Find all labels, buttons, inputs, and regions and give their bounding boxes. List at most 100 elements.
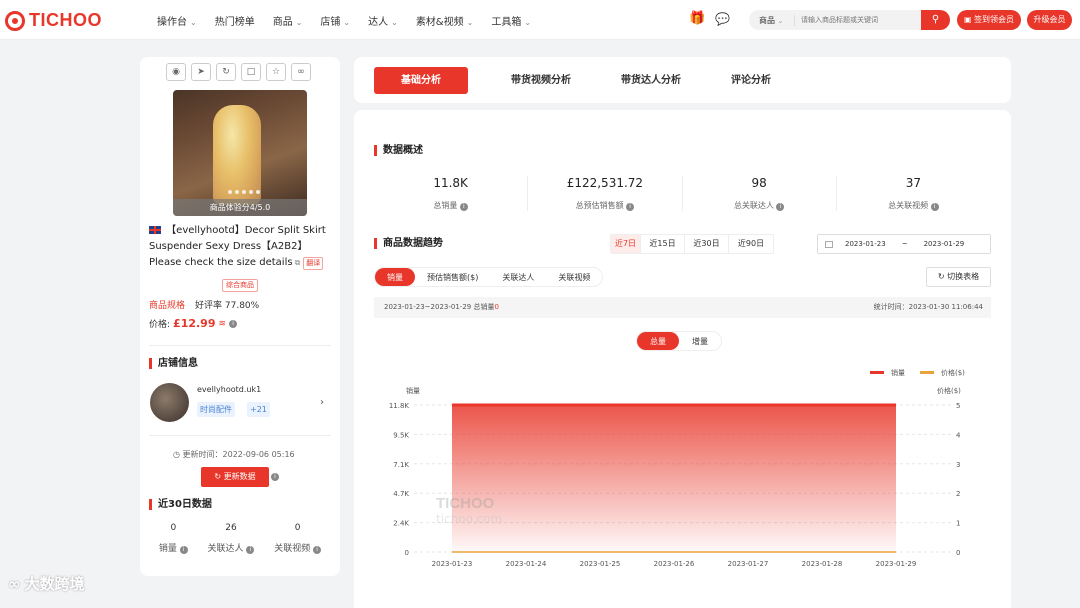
search-icon: ⚲ [931, 14, 940, 25]
chevron-down-icon: ⌄ [295, 18, 303, 27]
nav-item-6[interactable]: 工具箱 ⌄ [491, 13, 531, 28]
nav-item-5[interactable]: 素材&视频 ⌄ [416, 13, 474, 28]
stat-value: 26 [225, 523, 237, 533]
price-row: 价格: £12.99 ≋ i [149, 317, 238, 330]
main-menu: 操作台 ⌄ 热门榜单 商品 ⌄ 店铺 ⌄ 达人 ⌄ 素材&视频 ⌄ 工具箱 ⌄ [157, 13, 549, 28]
y-axis-label-right: 价格($) [937, 386, 961, 395]
shop-name[interactable]: evellyhootd.uk1 [197, 385, 261, 394]
nav-item-1[interactable]: 热门榜单 [215, 13, 255, 28]
info-icon[interactable]: i [246, 546, 255, 554]
shop-avatar[interactable] [150, 383, 189, 422]
translate-button[interactable]: 翻译 [303, 257, 324, 270]
divider [149, 345, 331, 346]
tab-video-analysis[interactable]: 带货视频分析 [486, 67, 596, 94]
product-image[interactable]: 商品体验分4/5.0 [173, 90, 307, 216]
date-start: 2023-01-23 [845, 240, 886, 248]
nav-item-0[interactable]: 操作台 ⌄ [157, 13, 197, 28]
overview-value: 37 [905, 176, 922, 190]
last30-stat: 0 销量 i [159, 523, 188, 554]
metric-option[interactable]: 关联达人 [490, 268, 546, 286]
y-tick-left: 11.8K [389, 402, 410, 410]
info-icon[interactable]: i [229, 319, 238, 328]
upgrade-member-button[interactable]: 升级会员 [1027, 10, 1072, 30]
sign-in-member-button[interactable]: ▣ 签到领会员 [957, 10, 1021, 30]
tab-influencer-analysis[interactable]: 带货达人分析 [596, 67, 706, 94]
y-tick-right: 0 [956, 549, 960, 557]
product-spec-link[interactable]: 商品规格 [149, 298, 185, 311]
summary-range: 2023-01-23~2023-01-29 总销量0 [384, 303, 499, 311]
mode-option[interactable]: 增量 [679, 332, 721, 350]
combo-product-tag: 综合商品 [222, 279, 258, 292]
chevron-down-icon: ⌄ [466, 18, 474, 27]
shopping-bag-icon[interactable]: □ [241, 63, 261, 81]
calendar-icon: ▣ [963, 15, 972, 24]
overview-value: 11.8K [433, 176, 468, 190]
refresh-icon[interactable]: ↻ [216, 63, 236, 81]
legend-swatch-sales [870, 371, 884, 374]
top-navbar: TICHOO 操作台 ⌄ 热门榜单 商品 ⌄ 店铺 ⌄ 达人 ⌄ 素材&视频 ⌄ 工具箱 ⌄ 🎁 💬 商… [0, 0, 1080, 40]
search-button[interactable]: ⚲ [921, 10, 950, 30]
sales-area [452, 405, 896, 552]
product-info-panel: ◉ ➤ ↻ □ ☆ ∞ 商品体验分4/5.0 【evellyhootd】Deco… [140, 57, 340, 576]
metric-option[interactable]: 销量 [375, 268, 415, 286]
star-icon[interactable]: ☆ [266, 63, 286, 81]
time-range-selector: 近7日 近15日 近30日 近90日 [610, 234, 774, 254]
tab-basic-analysis[interactable]: 基础分析 [374, 67, 468, 94]
uk-flag-icon [149, 226, 161, 234]
chevron-right-icon[interactable]: › [320, 397, 324, 408]
chevron-down-icon: ⌄ [343, 18, 351, 27]
shop-info-title: 店铺信息 [149, 358, 198, 369]
search-type-select[interactable]: 商品 ⌄ [749, 14, 795, 26]
gift-icon[interactable]: 🎁 [689, 12, 705, 26]
message-icon[interactable]: 💬 [715, 12, 730, 26]
eye-icon[interactable]: ◉ [166, 63, 186, 81]
y-tick-left: 9.5K [393, 431, 409, 439]
nav-item-3[interactable]: 店铺 ⌄ [320, 13, 350, 28]
range-option[interactable]: 近15日 [641, 235, 685, 253]
tab-review-analysis[interactable]: 评论分析 [706, 67, 796, 94]
nav-item-4[interactable]: 达人 ⌄ [368, 13, 398, 28]
link-icon[interactable]: ∞ [291, 63, 311, 81]
switch-table-button[interactable]: ↻ 切换表格 [926, 267, 991, 287]
overview-value: 98 [751, 176, 767, 190]
y-tick-right: 1 [956, 520, 960, 528]
info-icon[interactable]: i [776, 203, 785, 211]
last30-stat: 0 关联视频 i [274, 523, 322, 554]
y-tick-right: 5 [956, 402, 960, 410]
metric-option[interactable]: 预估销售额($) [415, 268, 490, 286]
mode-option[interactable]: 总量 [637, 332, 679, 350]
stat-label: 关联达人 i [208, 541, 255, 554]
range-option[interactable]: 近30日 [685, 235, 729, 253]
info-icon[interactable]: i [626, 203, 635, 211]
brand-logo-icon: ∞ [8, 574, 21, 593]
x-tick: 2023-01-29 [876, 560, 917, 568]
range-option[interactable]: 近7日 [611, 235, 641, 253]
info-icon[interactable]: i [930, 203, 939, 211]
tichoo-logo[interactable]: TICHOO [5, 10, 102, 31]
y-tick-left: 7.1K [393, 461, 409, 469]
shop-tag-more[interactable]: +21 [247, 402, 270, 417]
info-icon[interactable]: i [179, 546, 188, 554]
copy-icon[interactable]: ⧉ [295, 258, 301, 267]
shop-category-tag: 时尚配件 [197, 402, 235, 417]
sales-trend-chart: 销量 价格($)销量 价格($)02.4K4.7K7.1K9.5K11.8K0123… [389, 368, 965, 568]
image-carousel-dots[interactable] [228, 190, 260, 194]
price-trend-icon[interactable]: ≋ [219, 319, 227, 329]
info-icon[interactable]: i [271, 473, 279, 481]
stat-time: 统计时间：2023-01-30 11:06:44 [873, 303, 983, 311]
y-tick-right: 2 [956, 490, 960, 498]
x-tick: 2023-01-23 [432, 560, 473, 568]
rocket-icon[interactable]: ➤ [191, 63, 211, 81]
x-tick: 2023-01-25 [580, 560, 621, 568]
legend-swatch-price [920, 371, 934, 374]
range-option[interactable]: 近90日 [729, 235, 773, 253]
info-icon[interactable]: i [459, 203, 468, 211]
nav-item-2[interactable]: 商品 ⌄ [273, 13, 303, 28]
search-input[interactable] [795, 16, 915, 24]
date-range-picker[interactable]: 2023-01-23 ~ 2023-01-29 [817, 234, 991, 254]
info-icon[interactable]: i [313, 546, 322, 554]
metric-option[interactable]: 关联视频 [546, 268, 602, 286]
update-data-button[interactable]: ↻ 更新数据 [201, 467, 269, 487]
legend-label-sales: 销量 [891, 368, 905, 377]
stat-value: 0 [294, 523, 301, 533]
